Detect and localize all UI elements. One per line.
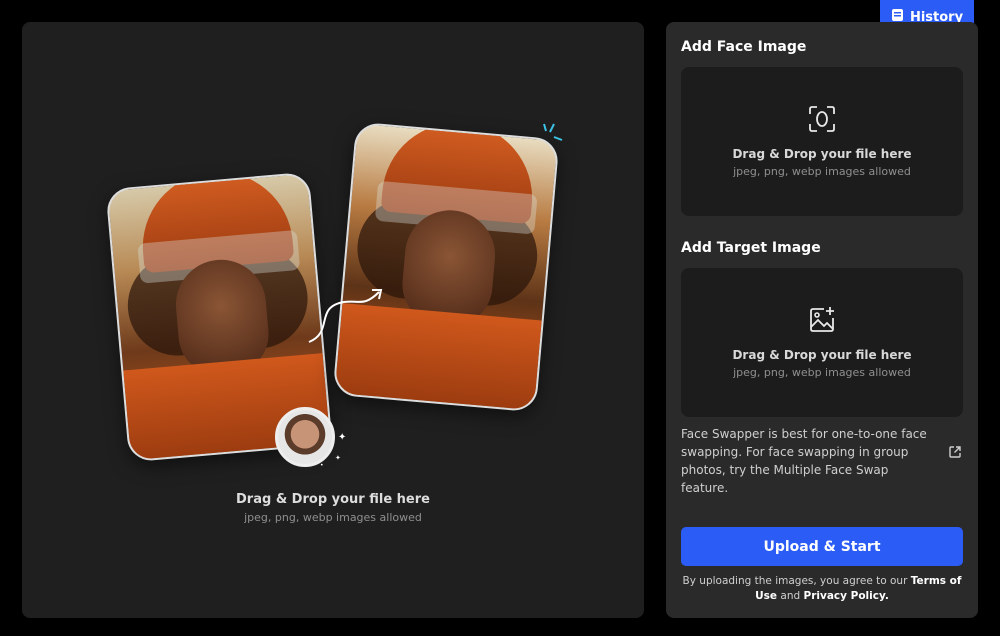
face-section-title: Add Face Image [681,39,807,55]
face-image-dropzone[interactable]: Drag & Drop your file here jpeg, png, we… [681,67,963,216]
sparkle-icon: ✦ [338,432,347,443]
legal-and: and [777,590,804,602]
external-link-icon[interactable] [948,445,962,459]
target-drop-label: Drag & Drop your file here [732,348,912,362]
upload-start-button[interactable]: Upload & Start [681,527,963,566]
legal-prefix: By uploading the images, you agree to ou… [682,575,911,587]
face-avatar-image [275,407,335,467]
target-section-title: Add Target Image [681,240,821,256]
preview-drop-sub: jpeg, png, webp images allowed [244,511,422,524]
preview-dropzone[interactable]: ✦ ✦ • Drag & Drop your file here jpeg, p… [22,22,644,618]
face-scan-icon [809,106,835,132]
privacy-link[interactable]: Privacy Policy. [804,590,889,602]
image-add-icon [810,307,834,332]
result-portrait-image [332,121,560,413]
target-image-dropzone[interactable]: Drag & Drop your file here jpeg, png, we… [681,268,963,417]
sparkle-lines-icon [543,123,563,141]
preview-drop-label: Drag & Drop your file here [236,492,430,507]
swap-arrow-icon [308,289,383,343]
sparkle-icon: • [320,462,324,469]
face-drop-label: Drag & Drop your file here [732,147,912,161]
target-drop-sub: jpeg, png, webp images allowed [733,366,911,379]
upload-panel: Add Face Image Drag & Drop your file her… [666,22,978,618]
face-drop-sub: jpeg, png, webp images allowed [733,165,911,178]
usage-note: Face Swapper is best for one-to-one face… [681,427,927,495]
legal-text: By uploading the images, you agree to ou… [681,574,963,604]
sparkle-icon: ✦ [335,454,341,462]
